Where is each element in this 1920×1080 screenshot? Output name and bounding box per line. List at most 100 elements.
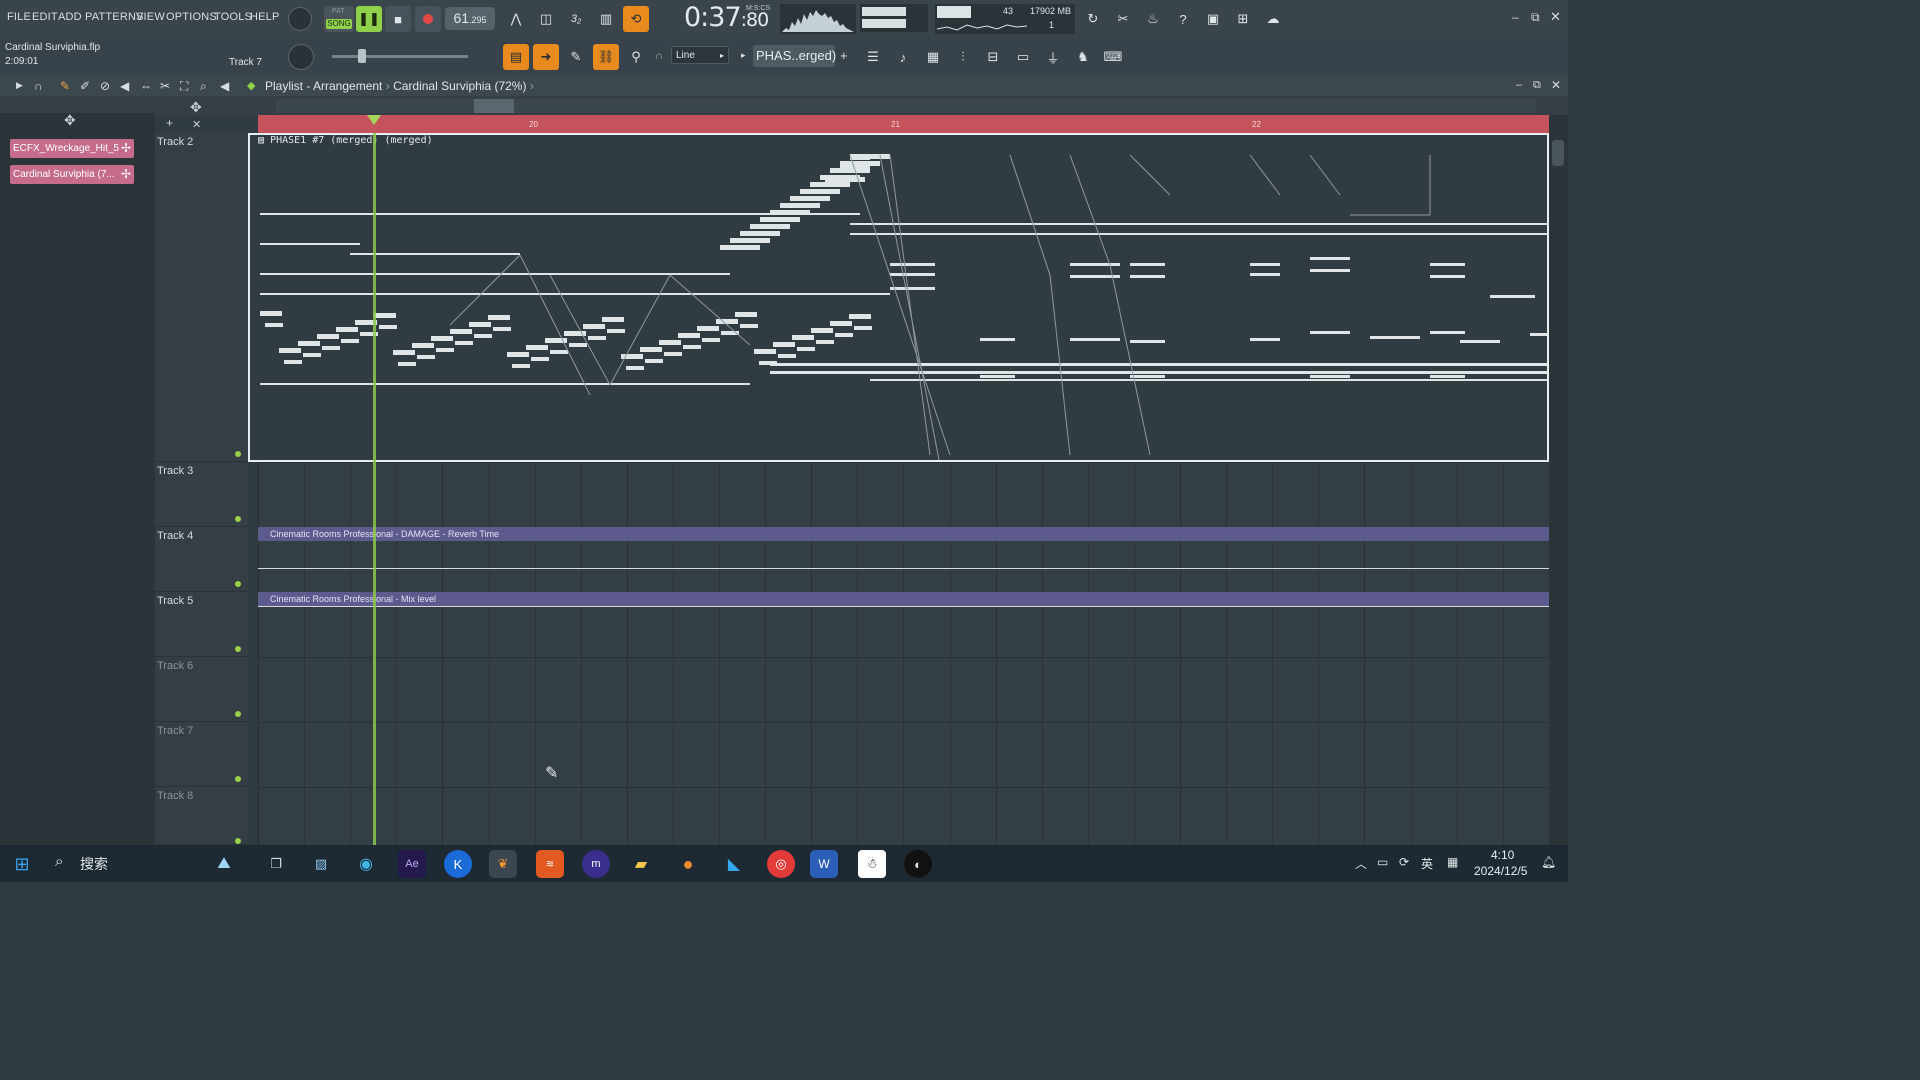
- tray-keyboard-icon[interactable]: ▦: [1447, 855, 1458, 869]
- musescore-icon[interactable]: m: [582, 850, 610, 878]
- playhead-line[interactable]: [373, 133, 376, 845]
- master-volume-slider-handle[interactable]: [358, 49, 366, 63]
- playlist-view-icon[interactable]: ▤: [503, 44, 529, 70]
- playlist-close-icon[interactable]: ✕: [1551, 78, 1561, 92]
- track-active-led[interactable]: [235, 581, 241, 587]
- tray-sync-icon[interactable]: ⟳: [1399, 855, 1409, 869]
- plugin-icon[interactable]: ⏚: [1040, 44, 1066, 70]
- netease-music-icon[interactable]: ◎: [767, 850, 795, 878]
- minimize-window-icon[interactable]: –: [1512, 10, 1519, 24]
- menu-help[interactable]: HELP: [250, 11, 280, 23]
- picker-move-icon[interactable]: ✥: [190, 99, 202, 116]
- midi-icon[interactable]: ⊞: [1230, 6, 1256, 32]
- typing-keyboard-icon[interactable]: ⌨: [1100, 44, 1126, 70]
- picker-item-cardinal[interactable]: Cardinal Surviphia (7... ✢: [10, 165, 134, 184]
- loop-record-icon[interactable]: ⟲: [623, 6, 649, 32]
- search-highlight-icon[interactable]: ⛰: [205, 850, 243, 878]
- track-active-led[interactable]: [235, 646, 241, 652]
- channel-rack-icon[interactable]: ▦: [920, 44, 946, 70]
- track-active-led[interactable]: [235, 451, 241, 457]
- playlist-minimize-icon[interactable]: –: [1516, 79, 1522, 91]
- slice-tool-icon[interactable]: ✂: [160, 79, 170, 93]
- undo-icon[interactable]: ↻: [1080, 6, 1106, 32]
- audio-app-icon[interactable]: ≋: [536, 850, 564, 878]
- track-header-2[interactable]: Track 2: [155, 133, 248, 462]
- piano-roll-icon[interactable]: ♪: [890, 44, 916, 70]
- pause-button[interactable]: ❚❚: [356, 6, 382, 32]
- add-track-icon[interactable]: +: [166, 116, 173, 130]
- playlist-menu-arrow-icon[interactable]: ▶: [16, 80, 23, 91]
- tray-chevron-icon[interactable]: ︿: [1355, 855, 1367, 872]
- clock-time[interactable]: 4:10: [1491, 848, 1514, 862]
- automation-clip-reverb-time[interactable]: Cinematic Rooms Professional - DAMAGE - …: [258, 527, 1549, 541]
- track-header-8[interactable]: Track 8: [155, 787, 248, 845]
- photos-app-icon[interactable]: ▨: [307, 850, 335, 878]
- metronome-icon[interactable]: ⋀: [503, 6, 529, 32]
- remove-track-icon[interactable]: ✕: [192, 118, 201, 131]
- link-icon[interactable]: ⛓: [593, 44, 619, 70]
- vertical-scroll-thumb[interactable]: [1552, 140, 1564, 166]
- delete-tool-icon[interactable]: ⊘: [100, 79, 110, 93]
- zoom-tool-icon[interactable]: ⌕: [200, 79, 207, 94]
- playhead-marker-icon[interactable]: [367, 115, 381, 125]
- track-active-led[interactable]: [235, 711, 241, 717]
- mic-icon[interactable]: ♨: [1140, 6, 1166, 32]
- pattern-selector[interactable]: PHAS..erged): [753, 45, 836, 67]
- ball-app-icon[interactable]: ●: [674, 850, 702, 878]
- menu-file[interactable]: FILE: [7, 11, 31, 23]
- after-effects-icon[interactable]: Ae: [398, 850, 426, 878]
- vertical-scrollbar[interactable]: [1549, 115, 1568, 845]
- close-window-icon[interactable]: ✕: [1550, 9, 1561, 25]
- countdown-icon[interactable]: 3₂: [563, 6, 589, 32]
- menu-patterns[interactable]: PATTERNS: [85, 11, 144, 23]
- pattern-clip-phase1[interactable]: [248, 133, 1549, 462]
- select-tool-icon[interactable]: ⛶: [180, 79, 188, 94]
- save-icon[interactable]: ▣: [1200, 6, 1226, 32]
- cut-icon[interactable]: ✂: [1110, 6, 1136, 32]
- pencil-tool-icon[interactable]: ✎: [563, 44, 589, 70]
- browser-icon[interactable]: ⊟: [980, 44, 1006, 70]
- paint-tool-icon[interactable]: ✐: [80, 79, 90, 93]
- master-pitch-knob[interactable]: [288, 7, 312, 31]
- pattern-prev-icon[interactable]: ▸: [741, 50, 746, 61]
- tempo-tapper-icon[interactable]: ♞: [1070, 44, 1096, 70]
- wait-for-input-icon[interactable]: ◫: [533, 6, 559, 32]
- clip-menu-icon[interactable]: ▤: [258, 135, 264, 146]
- menu-add[interactable]: ADD: [58, 11, 82, 23]
- menu-view[interactable]: VIEW: [136, 11, 165, 23]
- track-header-7[interactable]: Track 7: [155, 722, 248, 787]
- timeline-ruler[interactable]: 20 21 22: [258, 115, 1549, 133]
- pat-song-toggle[interactable]: PAT SONG: [324, 6, 354, 32]
- track-header-3[interactable]: Track 3: [155, 462, 248, 527]
- track-active-led[interactable]: [235, 516, 241, 522]
- restore-window-icon[interactable]: ⧉: [1531, 10, 1540, 25]
- tempo-display[interactable]: 61.295: [445, 7, 495, 30]
- track-active-led[interactable]: [235, 838, 241, 844]
- mute-tool-icon[interactable]: ◀: [120, 79, 129, 93]
- playback-tool-icon[interactable]: ◀: [220, 79, 229, 93]
- qq-icon[interactable]: ☃: [858, 850, 886, 878]
- edge-browser-icon[interactable]: ◉: [352, 850, 380, 878]
- clock-date[interactable]: 2024/12/5: [1474, 864, 1527, 878]
- fl-studio-icon[interactable]: ❦: [489, 850, 517, 878]
- blue-app-icon[interactable]: ◣: [720, 850, 748, 878]
- kugou-icon[interactable]: K: [444, 850, 472, 878]
- help-icon[interactable]: ?: [1170, 6, 1196, 32]
- chat-icon[interactable]: ☁: [1260, 6, 1286, 32]
- snap-select[interactable]: Line ▸: [671, 46, 729, 64]
- picker-item-add-icon[interactable]: ✢: [121, 139, 131, 158]
- task-view-icon[interactable]: ❐: [262, 850, 290, 878]
- picker-pattern-icon[interactable]: ✥: [64, 112, 76, 129]
- file-explorer-icon[interactable]: ▰: [627, 850, 655, 878]
- playlist-magnet-icon[interactable]: ∩: [34, 79, 43, 93]
- tray-display-icon[interactable]: ▭: [1377, 855, 1388, 869]
- obs-icon[interactable]: ◐: [904, 850, 932, 878]
- magnet-icon[interactable]: ∩: [655, 50, 663, 62]
- playlist-icon[interactable]: ☰: [860, 44, 886, 70]
- record-button[interactable]: [415, 6, 441, 32]
- horizontal-scroll-thumb[interactable]: [474, 99, 514, 113]
- add-pattern-icon[interactable]: +: [840, 48, 848, 63]
- track-active-led[interactable]: [235, 776, 241, 782]
- playlist-maximize-icon[interactable]: ⧉: [1533, 79, 1541, 92]
- start-menu-icon[interactable]: ⊞: [8, 850, 36, 878]
